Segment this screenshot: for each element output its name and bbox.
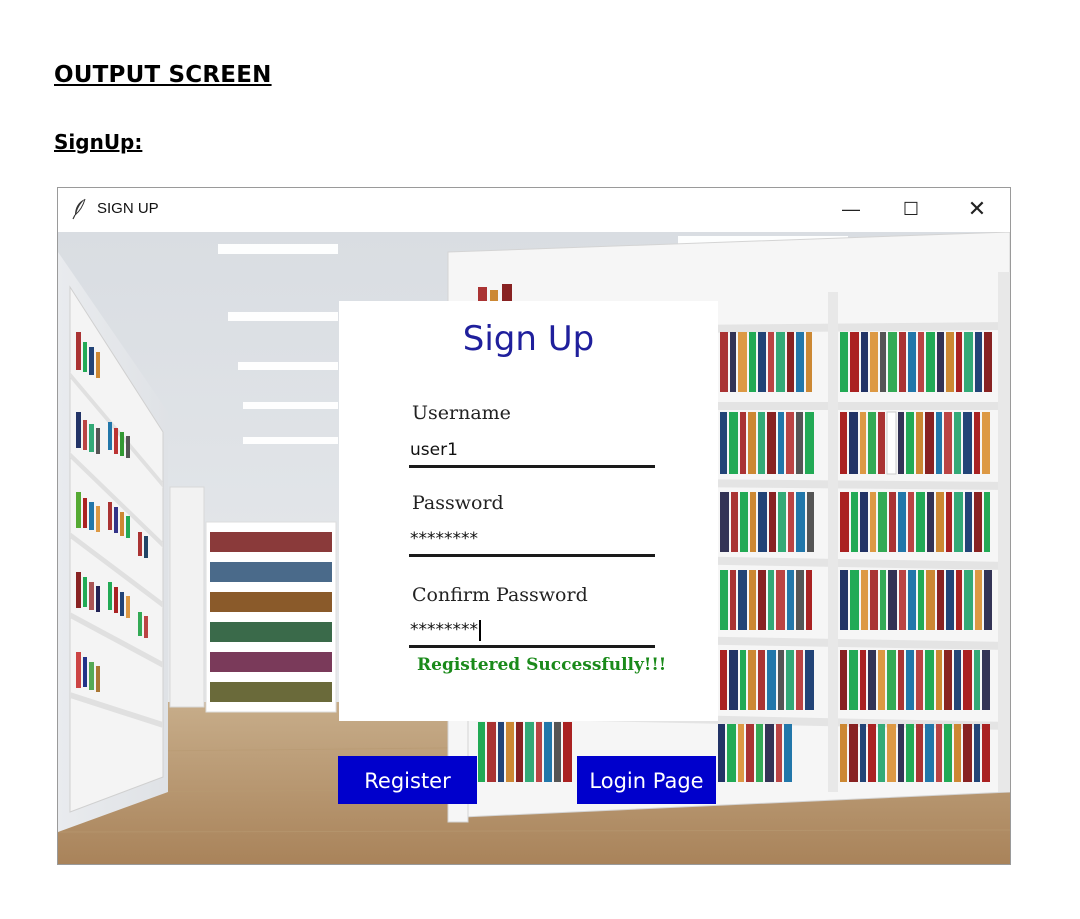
username-input[interactable]: user1 <box>410 437 654 463</box>
form-title: Sign Up <box>462 319 595 359</box>
minimize-button[interactable]: — <box>828 194 874 226</box>
confirm-password-input[interactable]: ******** <box>410 617 654 643</box>
maximize-button[interactable]: ☐ <box>888 194 934 226</box>
login-page-button[interactable]: Login Page <box>577 756 716 804</box>
password-input[interactable]: ******** <box>410 526 654 552</box>
status-message: Registered Successfully!!! <box>417 655 667 675</box>
register-button[interactable]: Register <box>338 756 477 804</box>
library-background: Sign Up Username user1 Password ********… <box>58 232 1010 864</box>
username-label: Username <box>412 402 511 424</box>
window-title: SIGN UP <box>97 200 159 217</box>
signup-window: SIGN UP — ☐ ✕ Sign Up Username user1 Pas… <box>57 187 1011 865</box>
close-button[interactable]: ✕ <box>954 194 1000 226</box>
confirm-password-underline <box>409 645 655 648</box>
password-underline <box>409 554 655 557</box>
window-titlebar: SIGN UP — ☐ ✕ <box>58 188 1010 232</box>
feather-icon <box>72 198 86 220</box>
confirm-password-label: Confirm Password <box>412 584 588 606</box>
text-cursor <box>479 619 481 641</box>
password-label: Password <box>412 492 504 514</box>
document-subheading: SignUp: <box>54 130 143 154</box>
signup-form-card: Sign Up Username user1 Password ********… <box>339 301 718 721</box>
confirm-password-value: ******** <box>410 620 478 640</box>
username-underline <box>409 465 655 468</box>
document-heading: OUTPUT SCREEN <box>54 62 272 88</box>
